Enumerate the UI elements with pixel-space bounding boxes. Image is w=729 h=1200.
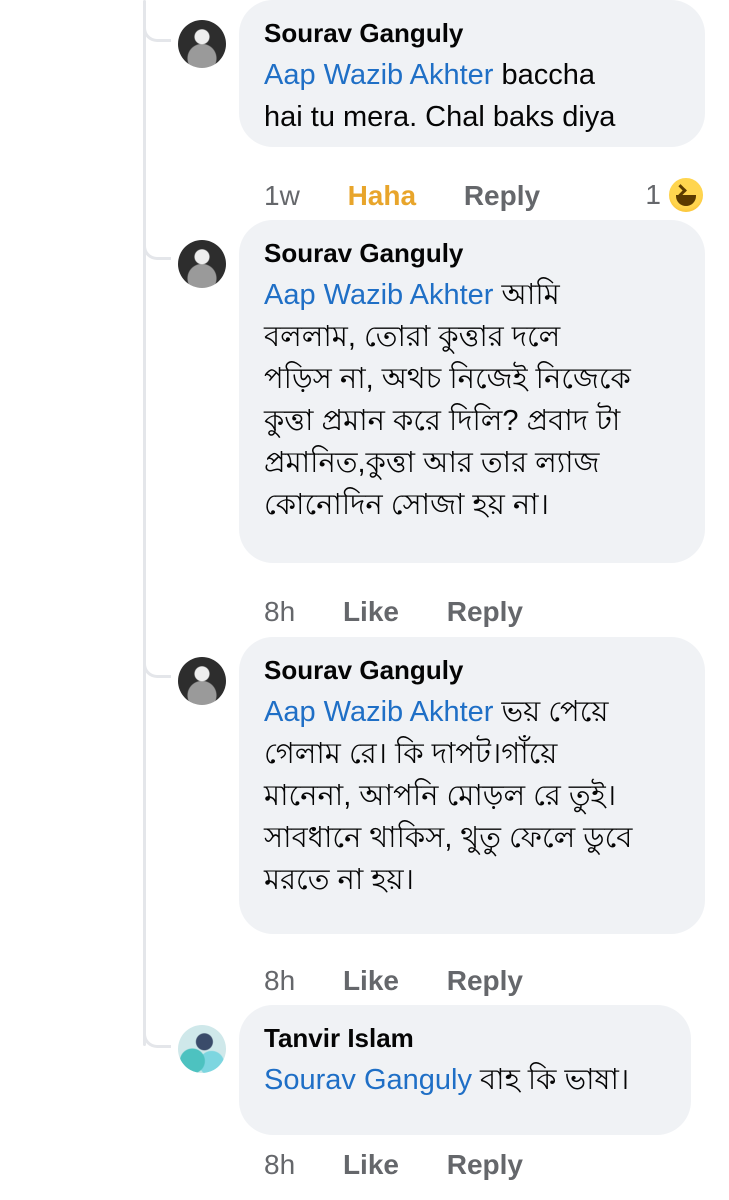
comment-text: Aap Wazib Akhter baccha hai tu mera. Cha…	[264, 54, 681, 138]
comment-author[interactable]: Sourav Ganguly	[264, 16, 681, 54]
comment-text-line: সাবধানে থাকিস, থুতু ফেলে ডুবে	[264, 822, 633, 854]
thread-connector	[143, 242, 171, 260]
thread-connector	[143, 660, 171, 678]
comment-text-line: পড়িস না, অথচ নিজেই নিজেকে	[264, 363, 631, 395]
comment-author[interactable]: Tanvir Islam	[264, 1021, 667, 1059]
comment-actions: 8h Like Reply	[264, 1149, 523, 1181]
comment-actions: 1w Haha Reply	[264, 180, 540, 212]
like-button[interactable]: Like	[343, 1149, 399, 1181]
comment-timestamp[interactable]: 8h	[264, 596, 295, 628]
comment-actions: 8h Like Reply	[264, 596, 523, 628]
comment-bubble: Sourav Ganguly Aap Wazib Akhter ভয় পেয়…	[239, 637, 705, 934]
comment-text-line: মরতে না হয়।	[264, 864, 414, 896]
thread-connector	[143, 1030, 171, 1048]
avatar[interactable]	[178, 657, 226, 705]
mention-link[interactable]: Aap Wazib Akhter	[264, 279, 493, 311]
reply-button[interactable]: Reply	[447, 965, 523, 997]
haha-emoji-icon	[667, 176, 705, 214]
comment-text-line: ভয় পেয়ে	[493, 696, 609, 728]
comment-bubble: Sourav Ganguly Aap Wazib Akhter আমি বললা…	[239, 220, 705, 563]
comment-bubble: Sourav Ganguly Aap Wazib Akhter baccha h…	[239, 0, 705, 147]
reaction-summary[interactable]: 1	[645, 176, 705, 214]
avatar[interactable]	[178, 20, 226, 68]
comment-text-line: বললাম, তোরা কুত্তার দলে	[264, 321, 561, 353]
avatar[interactable]	[178, 1025, 226, 1073]
mention-link[interactable]: Aap Wazib Akhter	[264, 696, 493, 728]
haha-reaction-button[interactable]: Haha	[348, 180, 416, 212]
comment-text-line: গেলাম রে। কি দাপট।গাঁয়ে	[264, 738, 558, 770]
comment-text-line: বাহ কি ভাষা।	[471, 1064, 630, 1096]
thread-line	[143, 0, 146, 1046]
comment-timestamp[interactable]: 8h	[264, 965, 295, 997]
reply-button[interactable]: Reply	[447, 1149, 523, 1181]
comment-text: Aap Wazib Akhter ভয় পেয়ে গেলাম রে। কি …	[264, 691, 681, 901]
mention-link[interactable]: Aap Wazib Akhter	[264, 59, 493, 91]
comment-text-line: আমি	[493, 279, 560, 311]
comment-text: Aap Wazib Akhter আমি বললাম, তোরা কুত্তার…	[264, 274, 681, 526]
like-button[interactable]: Like	[343, 965, 399, 997]
comment-actions: 8h Like Reply	[264, 965, 523, 997]
comment-timestamp[interactable]: 1w	[264, 180, 300, 212]
comment-text-line: baccha	[493, 59, 596, 91]
comment-text-line: কোনোদিন সোজা হয় না।	[264, 489, 549, 521]
comment-text: Sourav Ganguly বাহ কি ভাষা।	[264, 1059, 667, 1101]
like-button[interactable]: Like	[343, 596, 399, 628]
thread-connector	[143, 24, 171, 42]
mention-link[interactable]: Sourav Ganguly	[264, 1064, 472, 1096]
comment-text-line: প্রমানিত,কুত্তা আর তার ল্যাজ	[264, 447, 600, 479]
reaction-count: 1	[645, 179, 661, 210]
comment-text-line: মানেনা, আপনি মোড়ল রে তুই।	[264, 780, 617, 812]
reply-button[interactable]: Reply	[464, 180, 540, 212]
comment-author[interactable]: Sourav Ganguly	[264, 236, 681, 274]
comment-timestamp[interactable]: 8h	[264, 1149, 295, 1181]
avatar[interactable]	[178, 240, 226, 288]
comment-author[interactable]: Sourav Ganguly	[264, 653, 681, 691]
comment-text-line: hai tu mera. Chal baks diya	[264, 101, 616, 133]
reply-button[interactable]: Reply	[447, 596, 523, 628]
comment-bubble: Tanvir Islam Sourav Ganguly বাহ কি ভাষা।	[239, 1005, 691, 1135]
comment-text-line: কুত্তা প্রমান করে দিলি? প্রবাদ টা	[264, 405, 621, 437]
